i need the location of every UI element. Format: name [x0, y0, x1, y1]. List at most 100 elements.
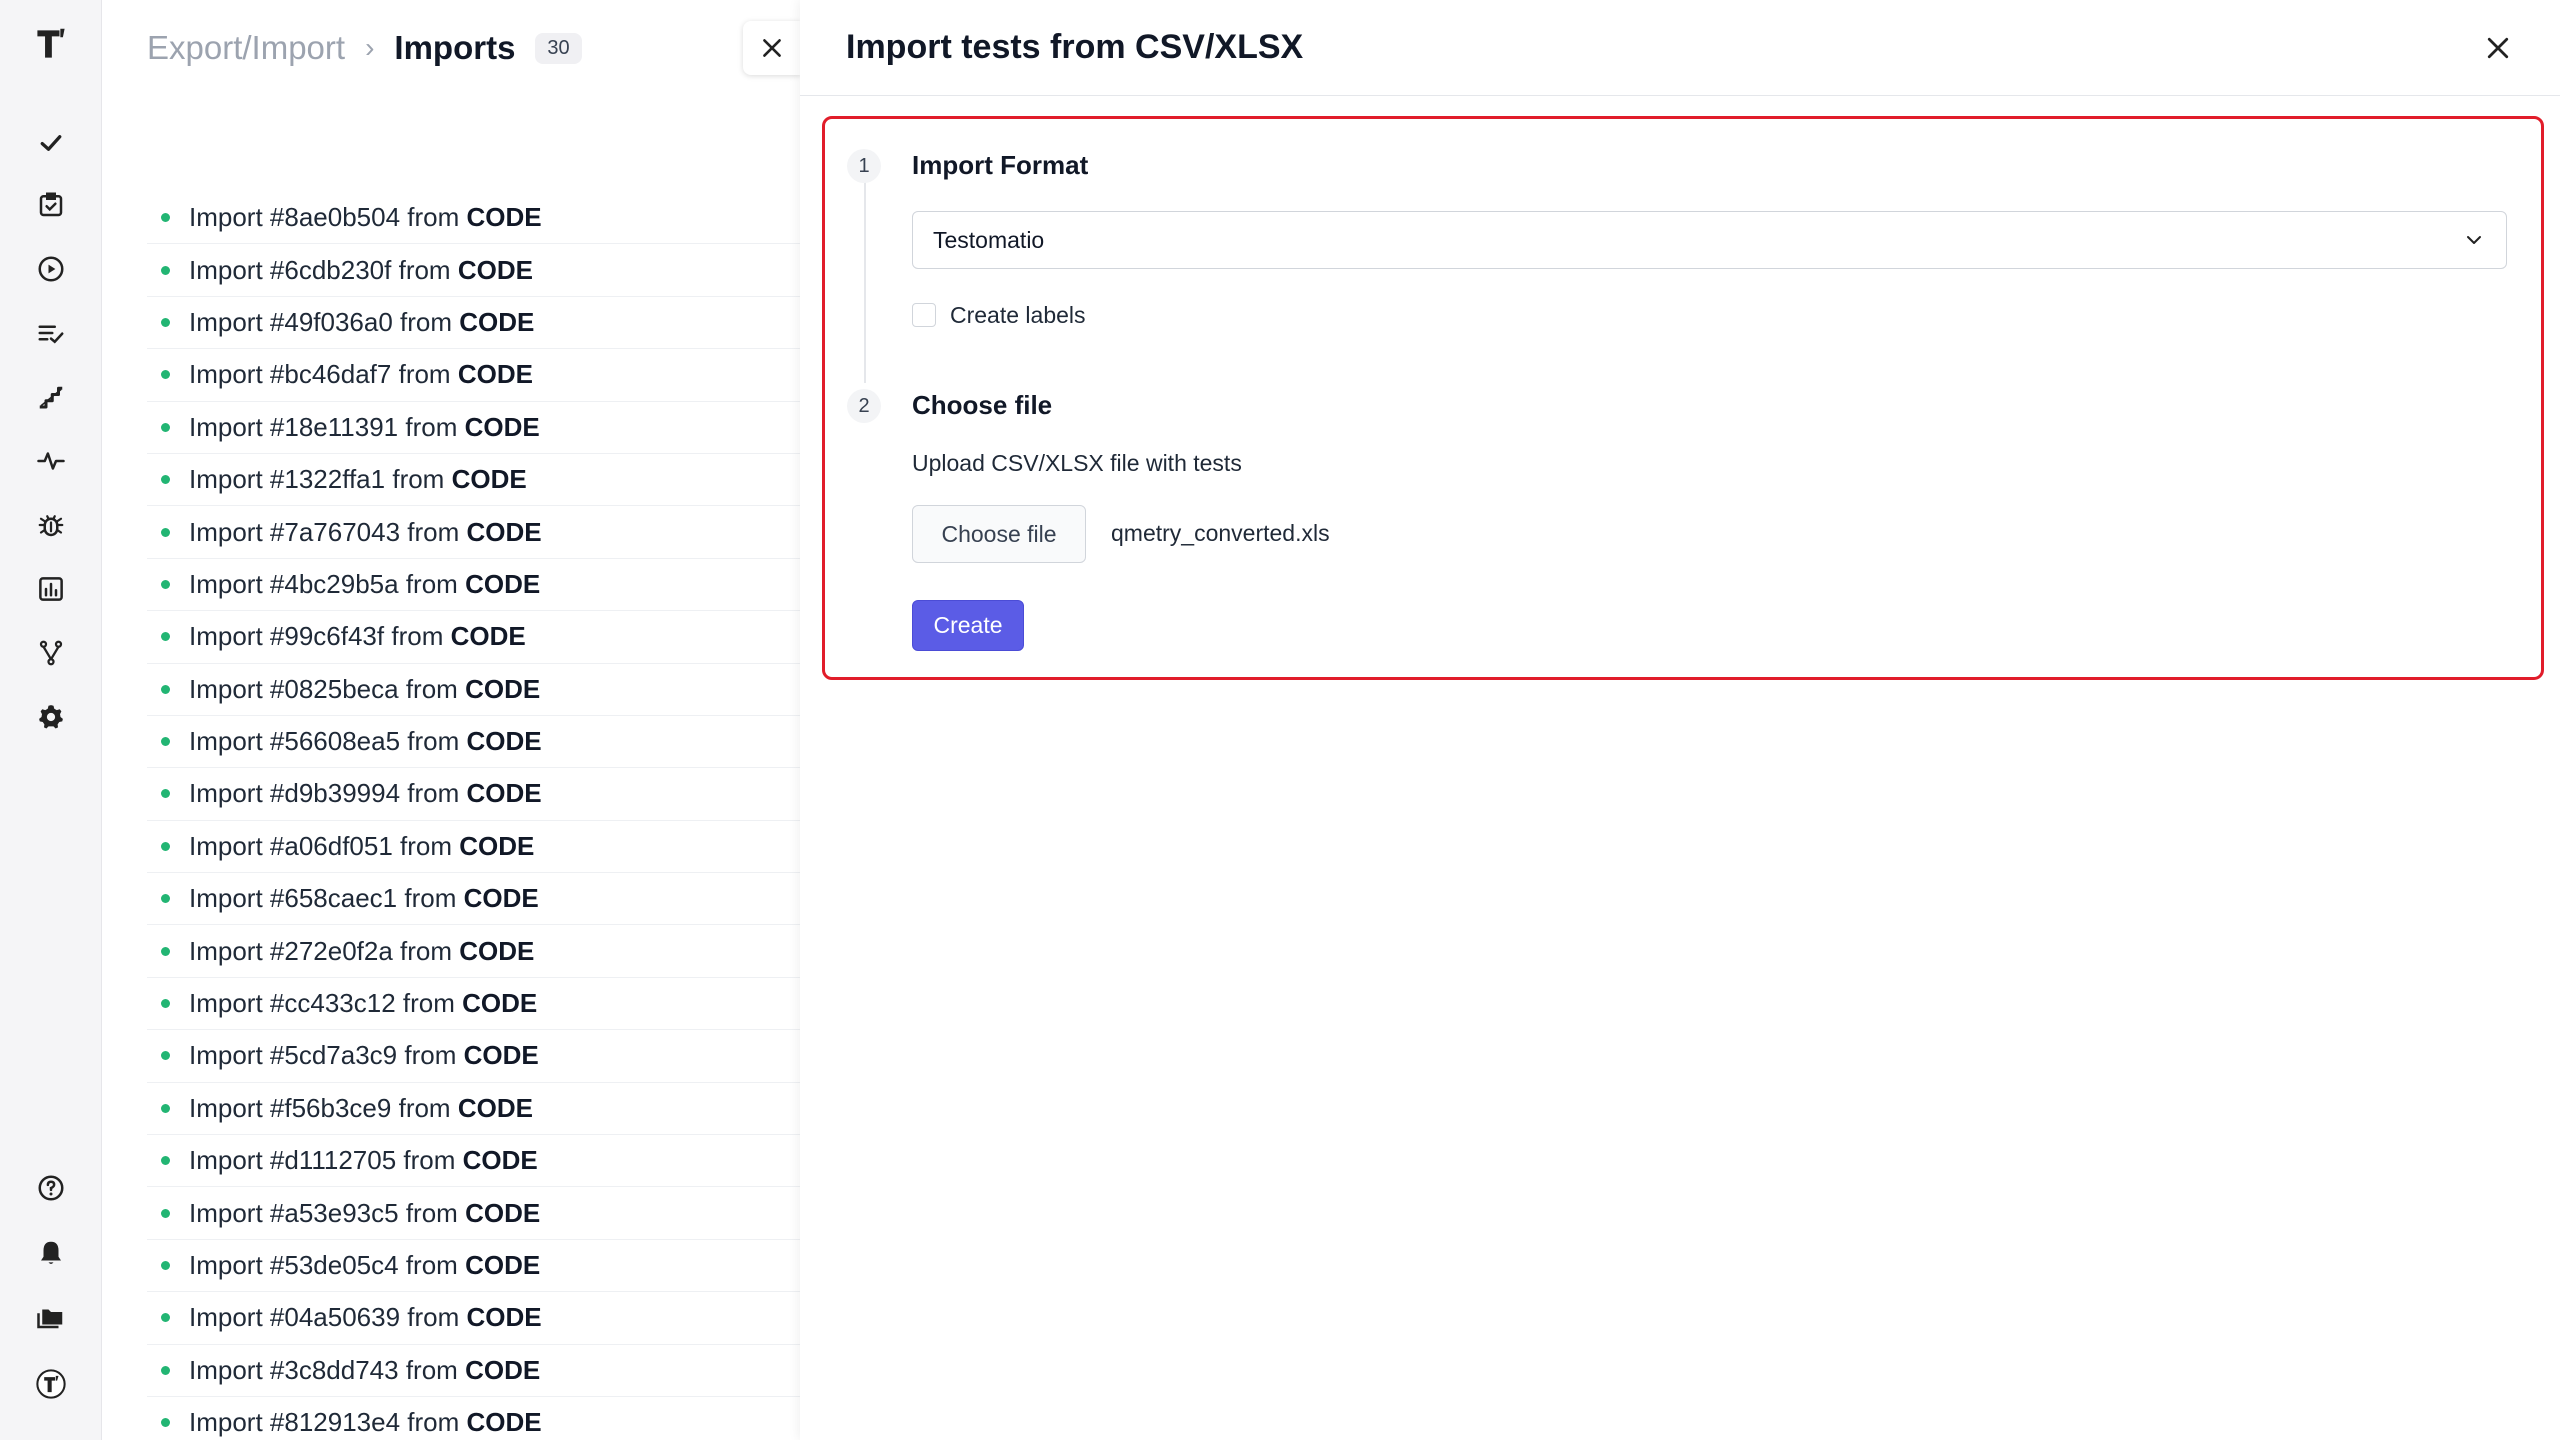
import-format-select[interactable]: Testomatio: [912, 211, 2507, 269]
import-id: Import #cc433c12: [189, 988, 396, 1019]
list-item[interactable]: Import #6cdb230f from CODE: [147, 244, 800, 297]
bug-icon[interactable]: [31, 505, 71, 545]
play-circle-icon[interactable]: [31, 249, 71, 289]
import-item-text: Import #a06df051 from CODE: [189, 831, 534, 862]
check-icon[interactable]: [31, 123, 71, 163]
create-button[interactable]: Create: [912, 600, 1024, 651]
import-from-word: from: [405, 673, 458, 704]
list-item[interactable]: Import #a06df051 from CODE: [147, 821, 800, 874]
create-labels-label: Create labels: [950, 301, 1086, 328]
steps-icon[interactable]: [31, 377, 71, 417]
import-id: Import #658caec1: [189, 883, 398, 914]
import-from-word: from: [404, 1040, 457, 1071]
list-item[interactable]: Import #cc433c12 from CODE: [147, 978, 800, 1031]
gear-icon[interactable]: [31, 697, 71, 737]
clipboard-check-icon[interactable]: [31, 185, 71, 225]
breadcrumb-parent-link[interactable]: Export/Import: [147, 29, 345, 67]
folders-icon[interactable]: [31, 1297, 71, 1337]
help-icon[interactable]: [31, 1168, 71, 1208]
list-item[interactable]: Import #658caec1 from CODE: [147, 873, 800, 926]
import-source: CODE: [462, 988, 538, 1019]
import-id: Import #6cdb230f: [189, 254, 392, 285]
import-from-word: from: [402, 988, 455, 1019]
import-id: Import #f56b3ce9: [189, 1092, 392, 1123]
import-item-text: Import #a53e93c5 from CODE: [189, 1198, 540, 1229]
create-labels-checkbox[interactable]: [912, 303, 936, 327]
list-item[interactable]: Import #8ae0b504 from CODE: [147, 192, 800, 245]
import-from-word: from: [398, 1092, 451, 1123]
list-item[interactable]: Import #53de05c4 from CODE: [147, 1240, 800, 1293]
testomatio-logo[interactable]: [31, 24, 71, 68]
list-item[interactable]: Import #f56b3ce9 from CODE: [147, 1083, 800, 1136]
upload-hint-text: Upload CSV/XLSX file with tests: [912, 450, 1242, 476]
import-item-text: Import #49f036a0 from CODE: [189, 307, 534, 338]
close-list-panel-button[interactable]: [743, 21, 800, 75]
import-from-word: from: [400, 306, 453, 337]
list-item[interactable]: Import #bc46daf7 from CODE: [147, 349, 800, 402]
list-item[interactable]: Import #812913e4 from CODE: [147, 1397, 800, 1440]
status-dot-icon: [161, 1261, 170, 1270]
close-import-panel-button[interactable]: [2478, 28, 2518, 68]
import-csv-panel: Import tests from CSV/XLSX 1 Import Form…: [800, 0, 2560, 1440]
list-item[interactable]: Import #d1112705 from CODE: [147, 1135, 800, 1188]
import-source: CODE: [466, 778, 542, 809]
import-source: CODE: [465, 568, 541, 599]
import-source: CODE: [457, 1092, 533, 1123]
list-item[interactable]: Import #56608ea5 from CODE: [147, 716, 800, 769]
bell-icon[interactable]: [31, 1233, 71, 1273]
choose-file-button[interactable]: Choose file: [912, 505, 1086, 563]
import-from-word: from: [398, 359, 451, 390]
pulse-icon[interactable]: [31, 441, 71, 481]
import-panel-title: Import tests from CSV/XLSX: [846, 28, 1304, 66]
avatar-logo-icon[interactable]: [29, 1362, 73, 1406]
selected-file-name: qmetry_converted.xls: [1111, 520, 1330, 546]
list-check-icon[interactable]: [31, 313, 71, 353]
import-item-text: Import #cc433c12 from CODE: [189, 988, 537, 1019]
list-item[interactable]: Import #d9b39994 from CODE: [147, 768, 800, 821]
imports-list-panel: Export/Import › Imports 30 Import #8ae0b…: [103, 0, 800, 1440]
list-item[interactable]: Import #4bc29b5a from CODE: [147, 559, 800, 612]
status-dot-icon: [161, 737, 170, 747]
import-format-selected-value: Testomatio: [933, 226, 1045, 253]
list-item[interactable]: Import #272e0f2a from CODE: [147, 925, 800, 978]
list-item[interactable]: Import #04a50639 from CODE: [147, 1292, 800, 1345]
import-source: CODE: [465, 1250, 541, 1280]
branch-icon[interactable]: [31, 633, 71, 673]
import-from-word: from: [400, 935, 453, 966]
import-source: CODE: [459, 830, 535, 861]
import-source: CODE: [459, 306, 535, 337]
import-source: CODE: [465, 673, 541, 704]
import-source: CODE: [451, 464, 527, 495]
import-from-word: from: [405, 1197, 458, 1228]
list-item[interactable]: Import #99c6f43f from CODE: [147, 611, 800, 664]
breadcrumb-separator: ›: [365, 32, 375, 63]
list-item[interactable]: Import #18e11391 from CODE: [147, 402, 800, 454]
list-item[interactable]: Import #a53e93c5 from CODE: [147, 1187, 800, 1240]
create-labels-option[interactable]: Create labels: [912, 300, 1086, 330]
status-dot-icon: [161, 946, 170, 956]
list-item[interactable]: Import #1322ffa1 from CODE: [147, 454, 800, 507]
import-source: CODE: [457, 254, 533, 285]
import-panel-header: Import tests from CSV/XLSX: [800, 0, 2560, 96]
status-dot-icon: [161, 632, 170, 642]
import-source: CODE: [466, 726, 542, 757]
import-item-text: Import #56608ea5 from CODE: [189, 726, 542, 757]
import-item-text: Import #272e0f2a from CODE: [189, 936, 534, 967]
import-id: Import #04a50639: [189, 1302, 401, 1333]
list-item[interactable]: Import #49f036a0 from CODE: [147, 297, 800, 350]
import-from-word: from: [391, 621, 444, 652]
close-icon: [763, 39, 781, 57]
list-item[interactable]: Import #3c8dd743 from CODE: [147, 1345, 800, 1397]
import-from-word: from: [398, 254, 451, 285]
status-dot-icon: [161, 265, 170, 275]
list-item[interactable]: Import #5cd7a3c9 from CODE: [147, 1030, 800, 1083]
list-item[interactable]: Import #7a767043 from CODE: [147, 506, 800, 559]
list-item[interactable]: Import #0825beca from CODE: [147, 664, 800, 716]
bar-chart-icon[interactable]: [31, 569, 71, 609]
import-source: CODE: [466, 1302, 542, 1333]
status-dot-icon: [161, 894, 170, 904]
import-from-word: from: [400, 830, 453, 861]
import-source: CODE: [463, 1040, 539, 1071]
import-item-text: Import #f56b3ce9 from CODE: [189, 1093, 533, 1124]
import-id: Import #99c6f43f: [189, 621, 385, 652]
